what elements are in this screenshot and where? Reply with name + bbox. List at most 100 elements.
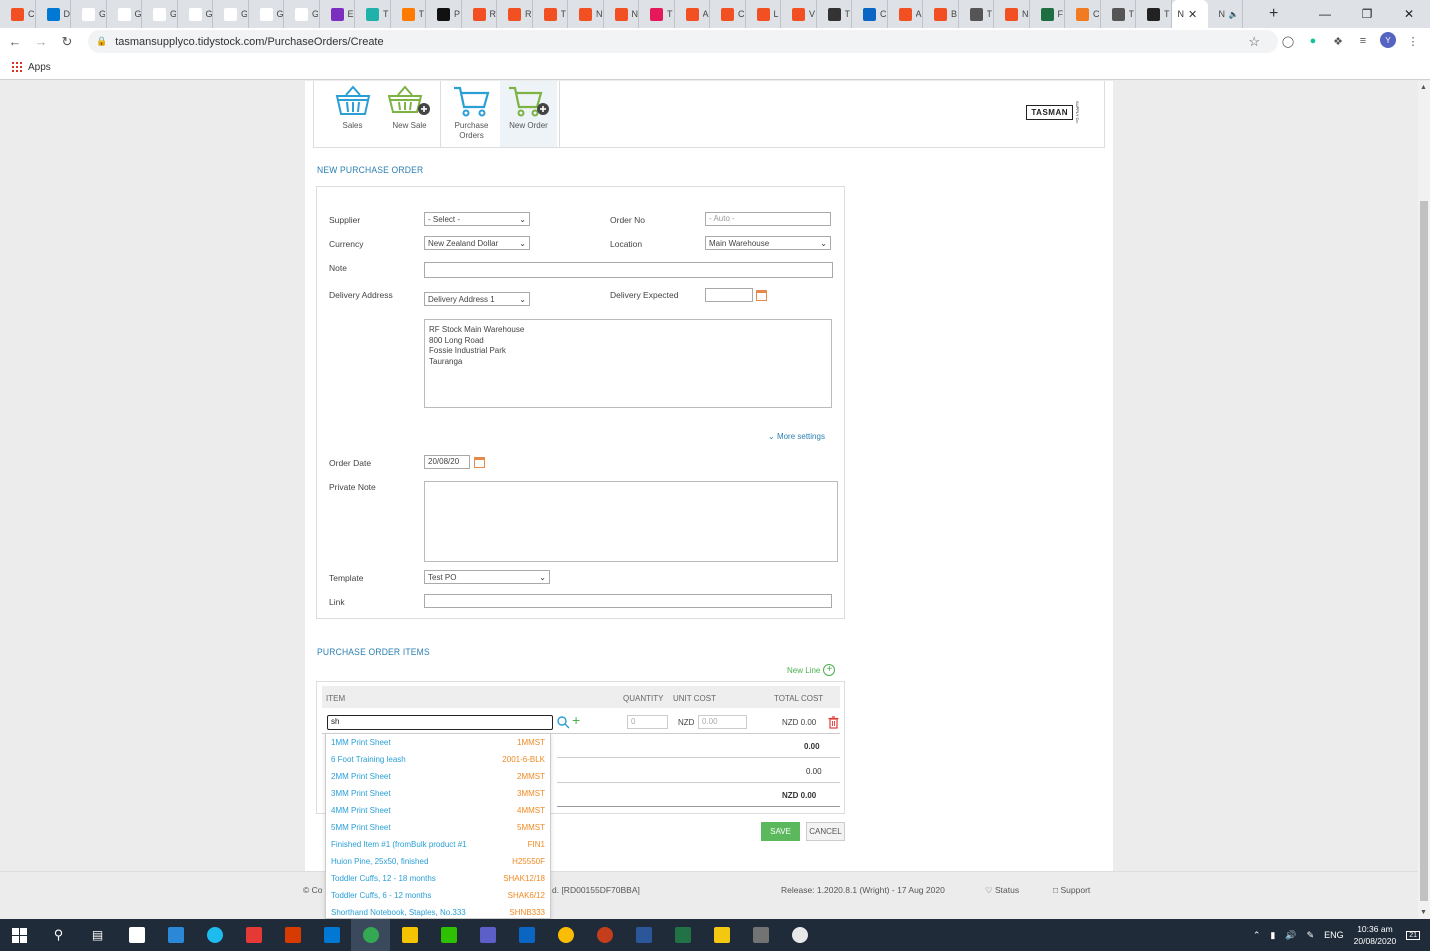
battery-icon[interactable]: ▮	[1270, 930, 1275, 941]
browser-tab[interactable]: T	[355, 0, 391, 28]
currency-select[interactable]: New Zealand Dollar ⌄	[424, 236, 530, 250]
browser-tab[interactable]: P	[426, 0, 462, 28]
new-line-button[interactable]: New Line +	[787, 664, 836, 676]
linkedin-icon[interactable]	[507, 919, 546, 951]
calculator-icon[interactable]	[741, 919, 780, 951]
item-search-input[interactable]: sh	[327, 715, 553, 730]
footer-status-link[interactable]: ♡ Status	[985, 885, 1019, 896]
browser-tab[interactable]: C	[710, 0, 746, 28]
supplier-select[interactable]: - Select - ⌄	[424, 212, 530, 226]
browser-tab[interactable]: A	[888, 0, 923, 28]
extension-circle-icon[interactable]: ◯	[1280, 32, 1296, 50]
notification-icon[interactable]: 21	[1406, 930, 1420, 940]
grammarly-icon[interactable]: ●	[1305, 32, 1321, 50]
autocomplete-option[interactable]: Huion Pine, 25x50, finished H25550F	[326, 853, 550, 870]
app-red-icon[interactable]	[234, 919, 273, 951]
chrome-icon[interactable]	[351, 919, 390, 951]
browser-tab[interactable]: G	[213, 0, 249, 28]
chrome-menu-icon[interactable]: ⋮	[1405, 32, 1421, 50]
cancel-button[interactable]: CANCEL	[806, 822, 845, 841]
delivery-address-text[interactable]: RF Stock Main Warehouse 800 Long Road Fo…	[424, 319, 832, 408]
link-input[interactable]	[424, 594, 832, 608]
mail-icon[interactable]	[156, 919, 195, 951]
browser-tab[interactable]: D	[36, 0, 71, 28]
store-icon[interactable]	[117, 919, 156, 951]
search-icon[interactable]	[557, 716, 570, 729]
excel-icon[interactable]	[663, 919, 702, 951]
browser-tab[interactable]: V	[781, 0, 817, 28]
new-tab-icon[interactable]: +	[1269, 5, 1278, 23]
scroll-down-icon[interactable]: ▼	[1420, 909, 1427, 916]
reload-icon[interactable]: ↻	[56, 34, 78, 50]
pen-icon[interactable]: ✎	[1307, 930, 1315, 941]
quantity-input[interactable]: 0	[627, 715, 668, 729]
autocomplete-option[interactable]: 2MM Print Sheet 2MMST	[326, 768, 550, 785]
browser-tab[interactable]: N 🔈	[1208, 0, 1243, 28]
browser-tab[interactable]: T	[817, 0, 852, 28]
browser-tab[interactable]: G	[178, 0, 213, 28]
nav-new-order[interactable]: New Order	[500, 81, 557, 147]
browser-tab[interactable]: C	[0, 0, 36, 28]
browser-tab[interactable]: C	[1065, 0, 1101, 28]
powerbi-icon[interactable]	[702, 919, 741, 951]
delivery-address-select[interactable]: Delivery Address 1 ⌄	[424, 292, 530, 306]
browser-tab-active[interactable]: N ✕	[1171, 0, 1208, 28]
browser-tab[interactable]: T	[639, 0, 675, 28]
browser-tab[interactable]: G	[107, 0, 142, 28]
browser-tab[interactable]: R	[497, 0, 533, 28]
reading-list-icon[interactable]: ≡	[1355, 32, 1371, 50]
search-icon[interactable]: ⚲	[39, 919, 78, 951]
calendar-icon[interactable]	[756, 290, 767, 301]
browser-tab[interactable]: G	[284, 0, 320, 28]
scrollbar-thumb[interactable]	[1420, 201, 1428, 901]
browser-tab[interactable]: A	[675, 0, 710, 28]
autocomplete-option[interactable]: 3MM Print Sheet 3MMST	[326, 785, 550, 802]
browser-tab[interactable]: C	[852, 0, 888, 28]
add-item-icon[interactable]: +	[572, 712, 580, 728]
tray-chevron-icon[interactable]: ⌃	[1253, 930, 1261, 941]
back-icon[interactable]: ←	[4, 34, 26, 49]
autocomplete-option[interactable]: 4MM Print Sheet 4MMST	[326, 802, 550, 819]
browser-tab[interactable]: R	[462, 0, 497, 28]
autocomplete-option[interactable]: 5MM Print Sheet 5MMST	[326, 819, 550, 836]
edge-icon[interactable]	[195, 919, 234, 951]
order-date-input[interactable]: 20/08/20	[424, 455, 470, 469]
page-scrollbar[interactable]: ▲ ▼	[1418, 81, 1430, 919]
office-icon[interactable]	[273, 919, 312, 951]
language-indicator[interactable]: ENG	[1324, 930, 1344, 940]
browser-tab[interactable]: N	[994, 0, 1030, 28]
outlook-icon[interactable]	[312, 919, 351, 951]
teams-icon[interactable]	[468, 919, 507, 951]
browser-tab[interactable]: B	[923, 0, 959, 28]
nav-sales[interactable]: Sales	[324, 81, 381, 147]
browser-tab[interactable]: T	[959, 0, 994, 28]
task-view-icon[interactable]: ▤	[78, 919, 117, 951]
autocomplete-option[interactable]: 6 Foot Training leash 2001-6-BLK	[326, 751, 550, 768]
wechat-icon[interactable]	[429, 919, 468, 951]
save-button[interactable]: SAVE	[761, 822, 800, 841]
forward-icon[interactable]: →	[30, 34, 52, 49]
trash-icon[interactable]	[828, 716, 839, 729]
browser-tab[interactable]: L	[746, 0, 781, 28]
browser-tab[interactable]: N	[568, 0, 604, 28]
order-no-input[interactable]: - Auto -	[705, 212, 831, 226]
file-explorer-icon[interactable]	[390, 919, 429, 951]
bookmark-star-icon[interactable]: ☆	[1248, 34, 1260, 50]
location-select[interactable]: Main Warehouse ⌄	[705, 236, 831, 250]
clock[interactable]: 10:36 am 20/08/2020	[1354, 923, 1397, 947]
nav-new-sale[interactable]: New Sale	[381, 81, 438, 147]
more-settings-link[interactable]: ⌄ More settings	[768, 432, 825, 441]
browser-tab[interactable]: E	[320, 0, 355, 28]
powerpoint-icon[interactable]	[585, 919, 624, 951]
browser-tab[interactable]: G	[71, 0, 107, 28]
windows-start-icon[interactable]	[0, 919, 39, 951]
footer-support-link[interactable]: □ Support	[1053, 885, 1090, 895]
browser-tab[interactable]: G	[142, 0, 178, 28]
autocomplete-option[interactable]: Toddler Cuffs, 12 - 18 months SHAK12/18	[326, 870, 550, 887]
browser-tab[interactable]: N	[604, 0, 639, 28]
address-bar[interactable]: 🔒 tasmansupplyco.tidystock.com/PurchaseO…	[88, 30, 1278, 53]
note-input[interactable]	[424, 262, 833, 278]
private-note-input[interactable]	[424, 481, 838, 562]
restore-icon[interactable]: ❐	[1346, 0, 1388, 28]
close-tab-icon[interactable]: ✕	[1188, 8, 1197, 21]
